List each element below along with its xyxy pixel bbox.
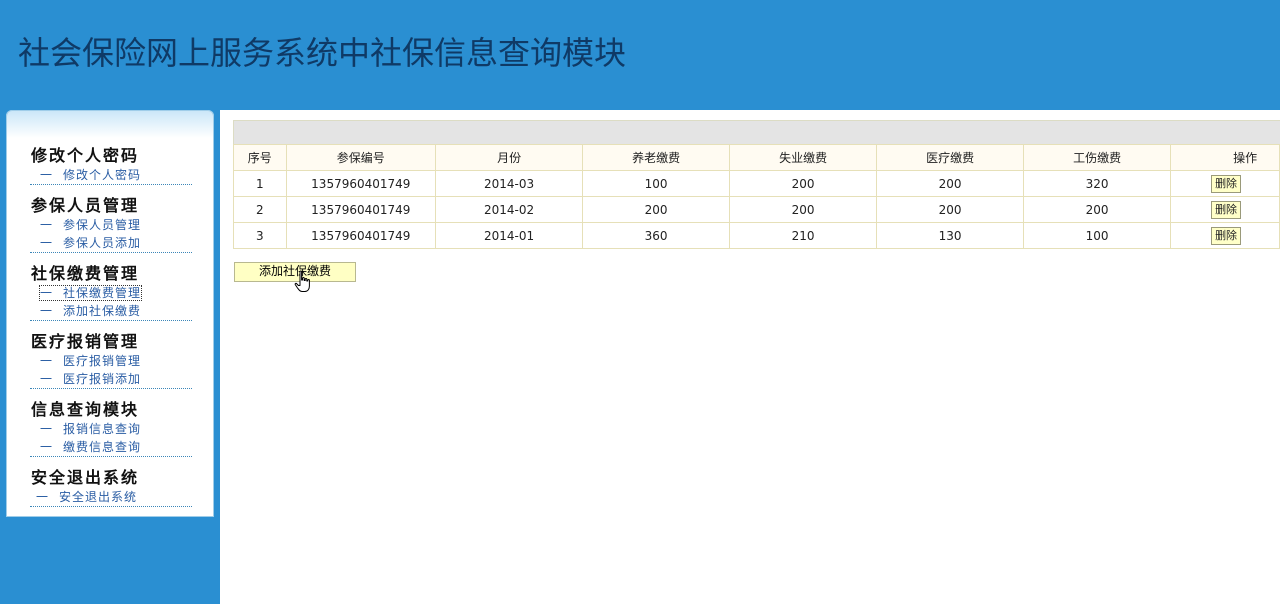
menu-group-medical: 医疗报销管理 一医疗报销管理 一医疗报销添加 bbox=[30, 332, 192, 389]
cell-medical: 200 bbox=[876, 196, 1025, 223]
menu-item-dash: 一 bbox=[40, 168, 54, 182]
cell-actions: 删除 bbox=[1170, 196, 1280, 223]
grid-toolbar bbox=[233, 120, 1280, 146]
menu-item-change-password[interactable]: 一修改个人密码 bbox=[30, 166, 192, 184]
column-header: 医疗缴费 bbox=[876, 144, 1025, 171]
menu-heading-password: 修改个人密码 bbox=[31, 146, 140, 165]
menu-item-payment-query[interactable]: 一缴费信息查询 bbox=[30, 438, 192, 456]
cell-month: 2014-01 bbox=[435, 222, 584, 249]
menu-group-query: 信息查询模块 一报销信息查询 一缴费信息查询 bbox=[30, 400, 192, 457]
cell-injury: 200 bbox=[1023, 196, 1172, 223]
column-header: 月份 bbox=[435, 144, 584, 171]
cell-pension: 100 bbox=[582, 170, 731, 197]
column-header: 序号 bbox=[233, 144, 287, 171]
menu-group-logout: 安全退出系统 一安全退出系统 bbox=[30, 468, 192, 507]
menu-heading-insured-people: 参保人员管理 bbox=[31, 196, 140, 215]
cell-pension: 360 bbox=[582, 222, 731, 249]
cell-actions: 删除 bbox=[1170, 222, 1280, 249]
menu-item-payment-add[interactable]: 一添加社保缴费 bbox=[30, 302, 192, 320]
menu-item-reimbursement-query[interactable]: 一报销信息查询 bbox=[30, 420, 192, 438]
delete-button[interactable]: 删除 bbox=[1211, 174, 1242, 193]
menu-item-payment-manage[interactable]: 一社保缴费管理 bbox=[30, 284, 192, 302]
main-content: 序号 参保编号 月份 养老缴费 失业缴费 医疗缴费 工伤缴费 操作 1 1357… bbox=[220, 110, 1280, 604]
cell-month: 2014-03 bbox=[435, 170, 584, 197]
menu-item-dash: 一 bbox=[40, 372, 54, 386]
page-title: 社会保险网上服务系统中社保信息查询模块 bbox=[18, 34, 627, 72]
menu-item-dash: 一 bbox=[40, 286, 54, 300]
menu-heading-payment: 社保缴费管理 bbox=[31, 264, 140, 283]
cell-insured-id: 1357960401749 bbox=[285, 170, 437, 197]
menu-item-dash: 一 bbox=[40, 236, 54, 250]
column-header: 养老缴费 bbox=[582, 144, 731, 171]
cell-insured-id: 1357960401749 bbox=[285, 222, 437, 249]
table-row: 2 1357960401749 2014-02 200 200 200 200 … bbox=[233, 196, 1280, 223]
sidebar-panel: 修改个人密码 一修改个人密码 参保人员管理 一参保人员管理 一参保人员添加 社保… bbox=[6, 110, 214, 517]
menu-item-dash: 一 bbox=[40, 354, 54, 368]
menu-heading-query: 信息查询模块 bbox=[31, 400, 140, 419]
cell-index: 1 bbox=[233, 170, 287, 197]
menu-item-dash: 一 bbox=[40, 218, 54, 232]
cell-injury: 320 bbox=[1023, 170, 1172, 197]
menu-item-medical-add[interactable]: 一医疗报销添加 bbox=[30, 370, 192, 388]
menu-item-dash: 一 bbox=[36, 490, 50, 504]
delete-button[interactable]: 删除 bbox=[1211, 200, 1242, 219]
menu-item-insured-people-add[interactable]: 一参保人员添加 bbox=[30, 234, 192, 252]
column-header: 操作 bbox=[1170, 144, 1280, 171]
cell-unemployment: 200 bbox=[729, 196, 878, 223]
menu-heading-logout: 安全退出系统 bbox=[31, 468, 140, 487]
cell-index: 3 bbox=[233, 222, 287, 249]
menu-item-insured-people-manage[interactable]: 一参保人员管理 bbox=[30, 216, 192, 234]
table-header-row: 序号 参保编号 月份 养老缴费 失业缴费 医疗缴费 工伤缴费 操作 bbox=[233, 144, 1280, 171]
cell-unemployment: 210 bbox=[729, 222, 878, 249]
menu-item-dash: 一 bbox=[40, 440, 54, 454]
cell-month: 2014-02 bbox=[435, 196, 584, 223]
sidebar-column: 修改个人密码 一修改个人密码 参保人员管理 一参保人员管理 一参保人员添加 社保… bbox=[0, 110, 220, 604]
column-header: 工伤缴费 bbox=[1023, 144, 1172, 171]
menu-heading-medical: 医疗报销管理 bbox=[31, 332, 140, 351]
table-row: 3 1357960401749 2014-01 360 210 130 100 … bbox=[233, 222, 1280, 249]
menu-item-dash: 一 bbox=[40, 304, 54, 318]
cell-index: 2 bbox=[233, 196, 287, 223]
menu-group-insured-people: 参保人员管理 一参保人员管理 一参保人员添加 bbox=[30, 196, 192, 253]
cell-actions: 删除 bbox=[1170, 170, 1280, 197]
column-header: 参保编号 bbox=[285, 144, 437, 171]
menu-group-payment: 社保缴费管理 一社保缴费管理 一添加社保缴费 bbox=[30, 264, 192, 321]
menu-group-password: 修改个人密码 一修改个人密码 bbox=[30, 146, 192, 185]
header-bar: 社会保险网上服务系统中社保信息查询模块 bbox=[0, 0, 1280, 110]
cell-medical: 200 bbox=[876, 170, 1025, 197]
delete-button[interactable]: 删除 bbox=[1211, 226, 1242, 245]
cell-unemployment: 200 bbox=[729, 170, 878, 197]
cell-injury: 100 bbox=[1023, 222, 1172, 249]
table-row: 1 1357960401749 2014-03 100 200 200 320 … bbox=[233, 170, 1280, 197]
menu-item-logout[interactable]: 一安全退出系统 bbox=[30, 488, 192, 506]
cell-medical: 130 bbox=[876, 222, 1025, 249]
menu-item-medical-manage[interactable]: 一医疗报销管理 bbox=[30, 352, 192, 370]
cell-pension: 200 bbox=[582, 196, 731, 223]
cell-insured-id: 1357960401749 bbox=[285, 196, 437, 223]
payment-table: 序号 参保编号 月份 养老缴费 失业缴费 医疗缴费 工伤缴费 操作 1 1357… bbox=[233, 144, 1280, 249]
column-header: 失业缴费 bbox=[729, 144, 878, 171]
menu-item-dash: 一 bbox=[40, 422, 54, 436]
hand-cursor-icon bbox=[294, 270, 310, 292]
